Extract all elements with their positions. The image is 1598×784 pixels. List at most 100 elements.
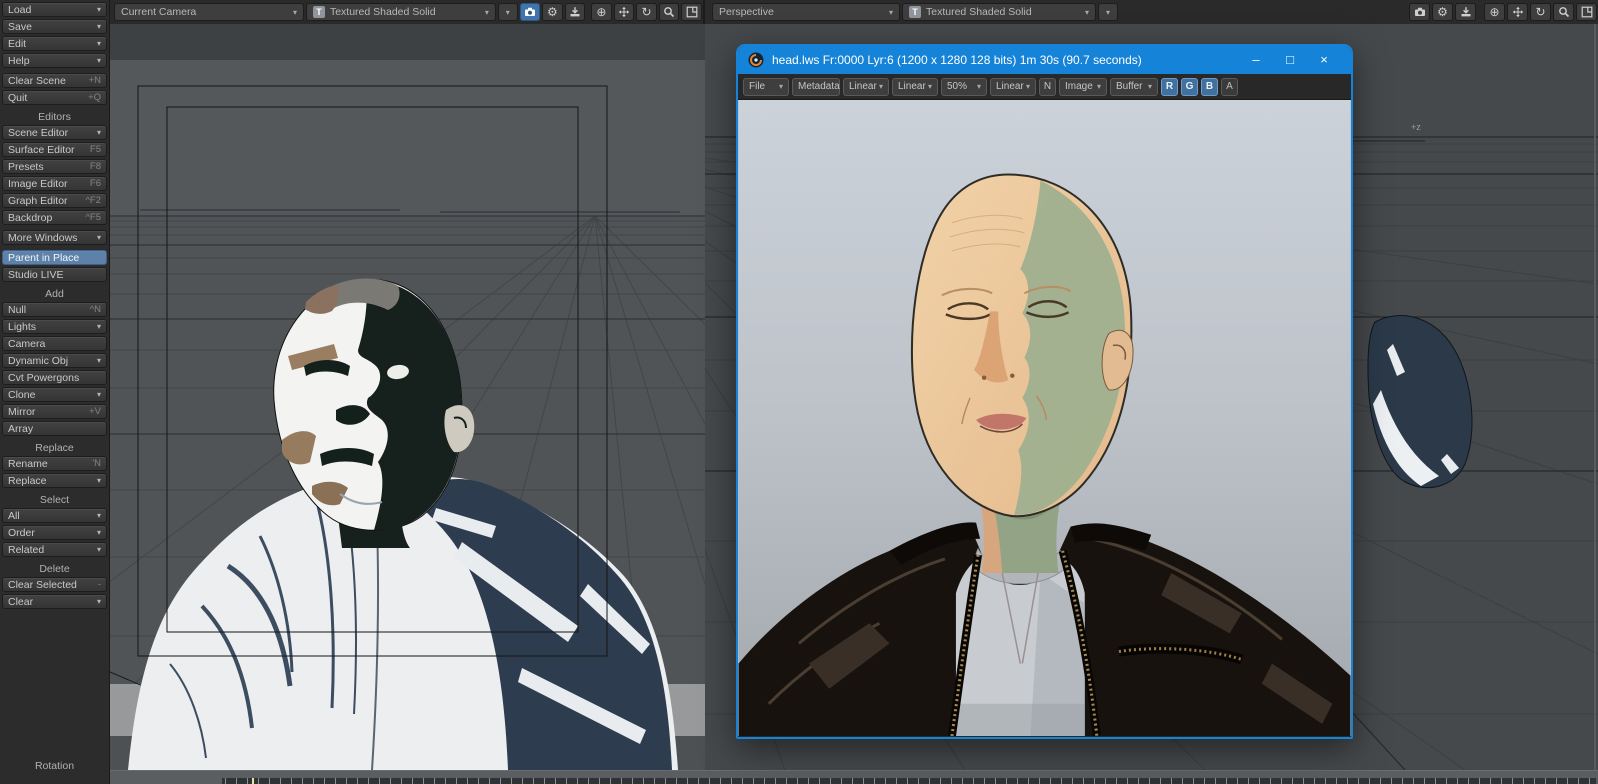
- viewport-settings-icon[interactable]: ⚙: [1432, 3, 1453, 21]
- shortcut-label: ^F2: [85, 195, 101, 206]
- clear-scene-button[interactable]: Clear Scene +N: [2, 73, 107, 88]
- frame-ruler[interactable]: [222, 778, 1596, 784]
- pan-view-icon[interactable]: [1507, 3, 1528, 21]
- chevron-down-icon: ▾: [292, 7, 297, 17]
- viewport-layout-icon[interactable]: [1576, 3, 1597, 21]
- clone-button[interactable]: Clone ▾: [2, 387, 107, 402]
- clear-button[interactable]: Clear ▾: [2, 594, 107, 609]
- presets-button[interactable]: Presets F8: [2, 159, 107, 174]
- shortcut-label: 'N: [92, 458, 101, 469]
- channel-red-button[interactable]: R: [1161, 77, 1178, 96]
- shading-mode-dropdown[interactable]: T Textured Shaded Solid ▾: [902, 3, 1096, 21]
- chevron-down-icon: ▾: [1025, 82, 1030, 91]
- pan-view-icon[interactable]: [613, 3, 635, 21]
- rename-button[interactable]: Rename 'N: [2, 456, 107, 471]
- colorspace-dropdown-3[interactable]: Linear ▾: [990, 77, 1036, 96]
- render-canvas: [738, 100, 1351, 737]
- shortcut-label: +V: [89, 406, 101, 417]
- channel-green-button[interactable]: G: [1181, 77, 1198, 96]
- sidebar-menu-help[interactable]: Help ▾: [2, 53, 107, 68]
- add-camera-button[interactable]: Camera: [2, 336, 107, 351]
- center-view-icon[interactable]: ⊕: [591, 3, 612, 21]
- buffer-dropdown[interactable]: Buffer ▾: [1110, 77, 1158, 96]
- pan-arrows-icon: [1512, 6, 1523, 18]
- zoom-view-icon[interactable]: [1553, 3, 1574, 21]
- minimize-button[interactable]: –: [1239, 46, 1273, 74]
- select-related-button[interactable]: Related ▾: [2, 542, 107, 557]
- rendered-image[interactable]: [738, 100, 1351, 737]
- channel-blue-button[interactable]: B: [1201, 77, 1218, 96]
- lightwave-logo-icon: [748, 52, 764, 68]
- shading-mode-dropdown[interactable]: T Textured Shaded Solid ▾: [305, 3, 496, 21]
- gear-icon: ⚙: [546, 5, 558, 19]
- chevron-down-icon: ▾: [96, 21, 101, 31]
- camera-viewport[interactable]: [110, 24, 705, 770]
- chevron-down-icon: ▾: [505, 7, 510, 17]
- select-order-button[interactable]: Order ▾: [2, 525, 107, 540]
- image-editor-button[interactable]: Image Editor F6: [2, 176, 107, 191]
- center-view-icon[interactable]: ⊕: [1484, 3, 1505, 21]
- zoom-level-dropdown[interactable]: 50% ▾: [941, 77, 987, 96]
- maximize-button[interactable]: □: [1273, 46, 1307, 74]
- shading-options-dropdown[interactable]: ▾: [497, 3, 518, 21]
- center-target-icon: ⊕: [596, 5, 607, 19]
- pan-arrows-icon: [618, 6, 630, 18]
- add-null-button[interactable]: Null ^N: [2, 302, 107, 317]
- backdrop-button[interactable]: Backdrop ^F5: [2, 210, 107, 225]
- chevron-down-icon: ▾: [96, 127, 101, 137]
- viewport-layout-icon[interactable]: [681, 3, 703, 21]
- magnifier-icon: [664, 7, 675, 18]
- rotate-view-icon[interactable]: ↻: [1530, 3, 1551, 21]
- sidebar-menu-edit[interactable]: Edit ▾: [2, 36, 107, 51]
- current-frame-marker[interactable]: [252, 778, 254, 784]
- graph-editor-button[interactable]: Graph Editor ^F2: [2, 193, 107, 208]
- chevron-down-icon: ▾: [778, 82, 783, 91]
- gear-icon: ⚙: [1437, 5, 1448, 19]
- studio-live-button[interactable]: Studio LIVE: [2, 267, 107, 282]
- close-button[interactable]: ×: [1307, 46, 1341, 74]
- select-all-button[interactable]: All ▾: [2, 508, 107, 523]
- sidebar-menu-load[interactable]: Load ▾: [2, 2, 107, 17]
- sidebar-menu-save[interactable]: Save ▾: [2, 19, 107, 34]
- section-header-add: Add: [45, 288, 64, 300]
- viewport-settings-icon[interactable]: ⚙: [542, 3, 563, 21]
- zoom-view-icon[interactable]: [658, 3, 680, 21]
- save-view-icon[interactable]: [564, 3, 586, 21]
- timeline[interactable]: [110, 770, 1598, 784]
- add-dynamic-obj-button[interactable]: Dynamic Obj ▾: [2, 353, 107, 368]
- texture-badge-icon: T: [909, 6, 921, 18]
- colorspace-dropdown-2[interactable]: Linear ▾: [892, 77, 938, 96]
- clear-selected-button[interactable]: Clear Selected -: [2, 577, 107, 592]
- surface-editor-button[interactable]: Surface Editor F5: [2, 142, 107, 157]
- view-select-dropdown[interactable]: Perspective ▾: [712, 3, 900, 21]
- shortcut-label: +N: [88, 75, 101, 86]
- rotate-icon: ↻: [1535, 5, 1546, 19]
- scene-editor-button[interactable]: Scene Editor ▾: [2, 125, 107, 140]
- array-button[interactable]: Array: [2, 421, 107, 436]
- render-window-titlebar[interactable]: head.lws Fr:0000 Lyr:6 (1200 x 1280 128 …: [738, 46, 1351, 74]
- mirror-button[interactable]: Mirror +V: [2, 404, 107, 419]
- colorspace-dropdown-1[interactable]: Linear ▾: [843, 77, 889, 96]
- camera-view-icon[interactable]: [519, 3, 541, 21]
- center-target-icon: ⊕: [1489, 5, 1500, 19]
- cvt-powergons-button[interactable]: Cvt Powergons: [2, 370, 107, 385]
- image-dropdown[interactable]: Image ▾: [1059, 77, 1107, 96]
- camera-view-icon[interactable]: [1409, 3, 1430, 21]
- parent-in-place-button[interactable]: Parent in Place: [2, 250, 107, 265]
- chevron-down-icon: ▾: [96, 232, 101, 242]
- metadata-button[interactable]: Metadata: [792, 77, 840, 96]
- channel-alpha-button[interactable]: A: [1221, 77, 1238, 96]
- file-dropdown[interactable]: File ▾: [743, 77, 789, 96]
- shading-options-dropdown[interactable]: ▾: [1098, 3, 1118, 21]
- shortcut-label: F8: [89, 161, 101, 172]
- save-view-icon[interactable]: [1455, 3, 1476, 21]
- shortcut-label: F6: [89, 178, 101, 189]
- export-download-icon: [1461, 7, 1470, 17]
- more-windows-button[interactable]: More Windows ▾: [2, 230, 107, 245]
- replace-button[interactable]: Replace ▾: [2, 473, 107, 488]
- rotate-view-icon[interactable]: ↻: [636, 3, 657, 21]
- quit-button[interactable]: Quit +Q: [2, 90, 107, 105]
- normalize-button[interactable]: N: [1039, 77, 1056, 96]
- add-lights-button[interactable]: Lights ▾: [2, 319, 107, 334]
- camera-select-dropdown[interactable]: Current Camera ▾: [114, 3, 304, 21]
